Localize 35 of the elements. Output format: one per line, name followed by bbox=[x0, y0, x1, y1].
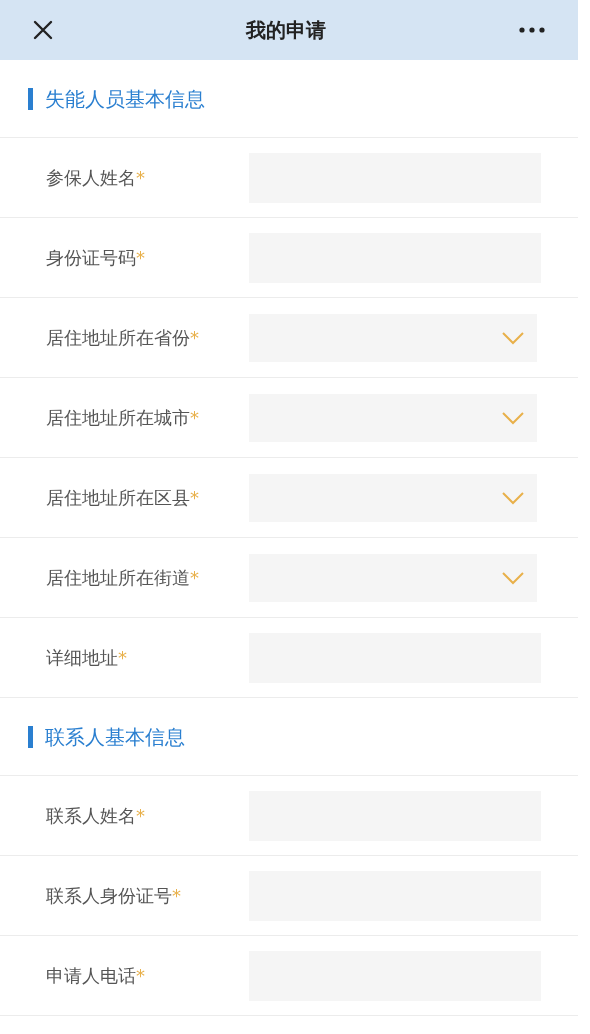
required-mark: * bbox=[136, 804, 145, 828]
required-mark: * bbox=[172, 884, 181, 908]
field-label: 申请人电话 bbox=[45, 964, 136, 988]
more-icon[interactable] bbox=[518, 26, 546, 34]
field-label: 详细地址 bbox=[45, 646, 118, 670]
required-mark: * bbox=[190, 566, 199, 590]
section-title: 失能人员基本信息 bbox=[45, 85, 205, 113]
section-marker bbox=[28, 87, 33, 110]
close-icon[interactable] bbox=[32, 19, 54, 41]
field-label: 联系人身份证号 bbox=[45, 884, 172, 908]
required-mark: * bbox=[190, 406, 199, 430]
required-mark: * bbox=[136, 166, 145, 190]
field-label: 联系人姓名 bbox=[45, 804, 136, 828]
required-mark: * bbox=[136, 246, 145, 270]
section-title: 联系人基本信息 bbox=[45, 723, 185, 751]
required-mark: * bbox=[190, 326, 199, 350]
chevron-down-icon bbox=[501, 330, 525, 345]
required-mark: * bbox=[136, 964, 145, 988]
chevron-down-icon bbox=[501, 490, 525, 505]
select-field[interactable] bbox=[249, 313, 537, 362]
field-label: 居住地址所在省份 bbox=[45, 326, 190, 350]
page-title: 我的申请 bbox=[246, 17, 326, 44]
select-field[interactable] bbox=[249, 393, 537, 442]
field-label: 身份证号码 bbox=[45, 246, 136, 270]
select-field[interactable] bbox=[249, 473, 537, 522]
field-label: 居住地址所在城市 bbox=[45, 406, 190, 430]
section-marker bbox=[28, 725, 33, 748]
select-field[interactable] bbox=[249, 553, 537, 602]
required-mark: * bbox=[118, 646, 127, 670]
chevron-down-icon bbox=[501, 410, 525, 425]
field-label: 居住地址所在区县 bbox=[45, 486, 190, 510]
field-label: 参保人姓名 bbox=[45, 166, 136, 190]
field-label: 居住地址所在街道 bbox=[45, 566, 190, 590]
chevron-down-icon bbox=[501, 570, 525, 585]
required-mark: * bbox=[190, 486, 199, 510]
